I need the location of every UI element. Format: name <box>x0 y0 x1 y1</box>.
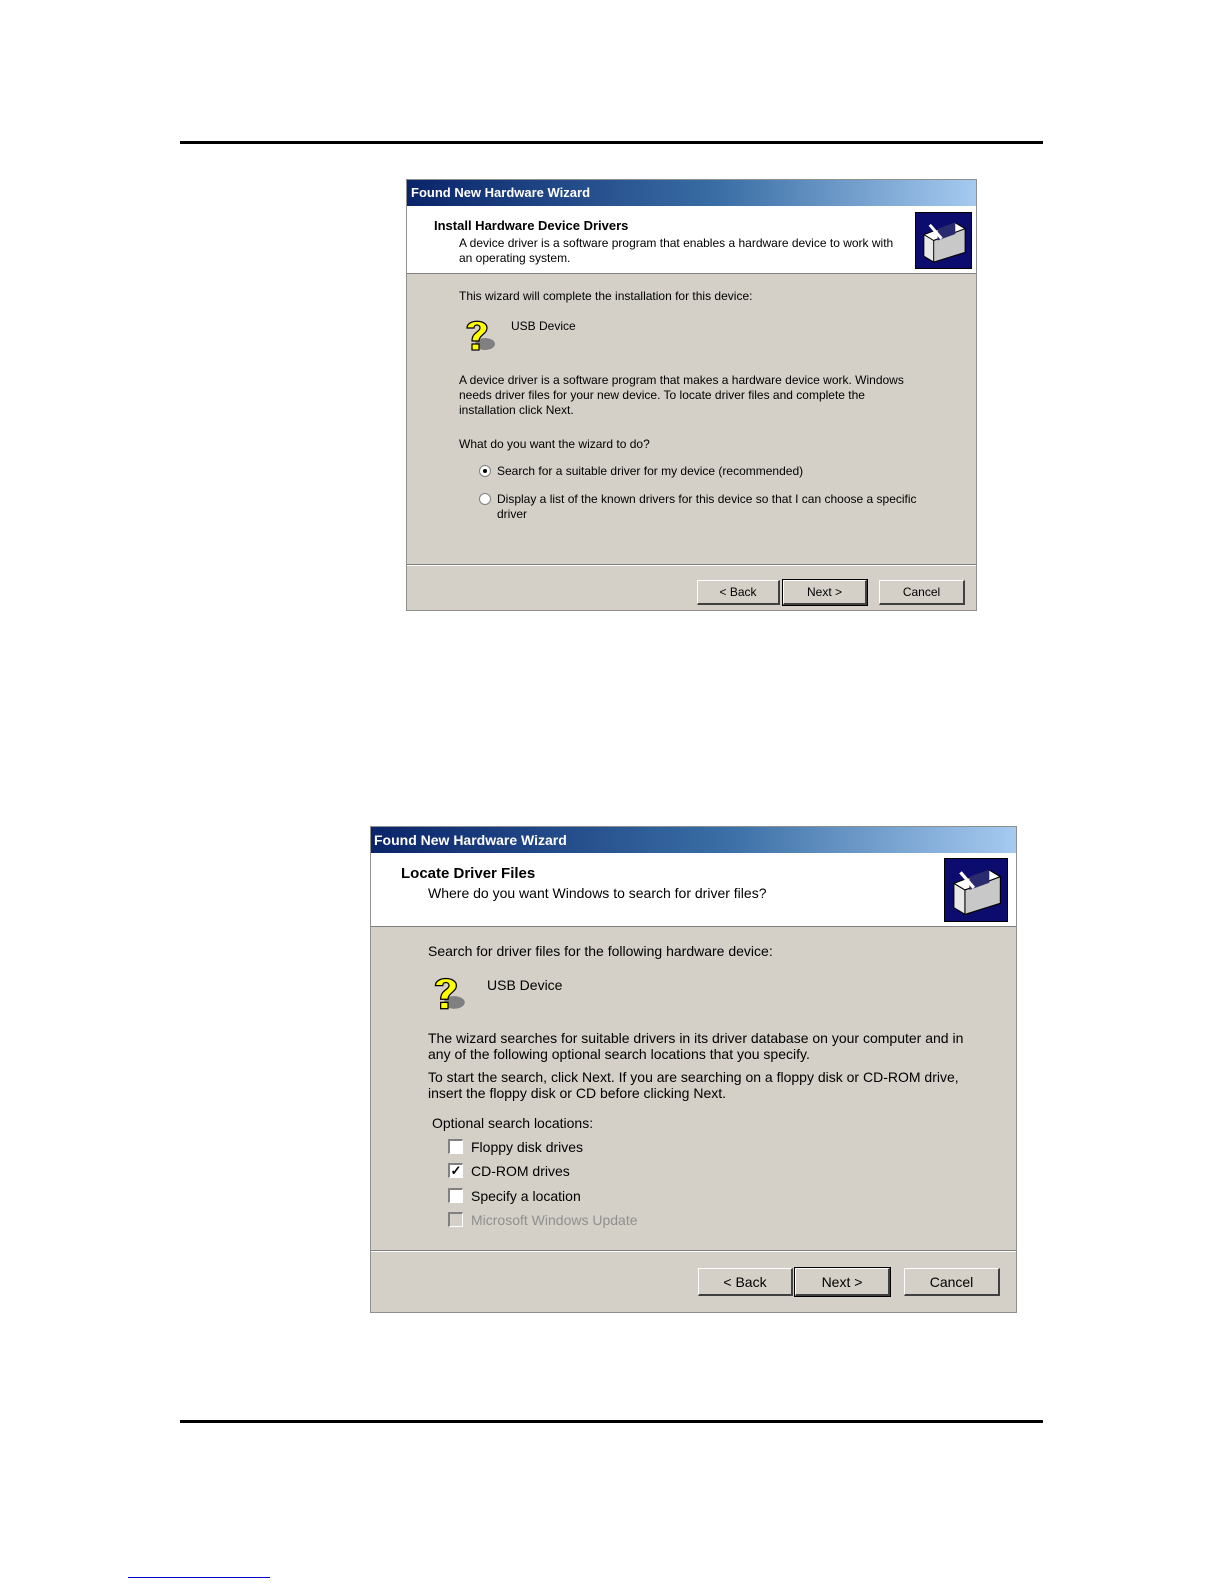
search-driver-label[interactable]: Search for a suitable driver for my devi… <box>497 464 803 478</box>
windows-update-label: Microsoft Windows Update <box>471 1212 638 1228</box>
floppy-disk-checkbox[interactable] <box>448 1139 463 1154</box>
back-button[interactable]: < Back <box>697 580 780 605</box>
description-line3: To start the search, click Next. If you … <box>428 1069 959 1085</box>
floppy-disk-label[interactable]: Floppy disk drives <box>471 1139 583 1155</box>
header-subtitle-line2: an operating system. <box>459 251 571 265</box>
description-line2: any of the following optional search loc… <box>428 1046 810 1062</box>
title-bar: Found New Hardware Wizard <box>371 827 1016 853</box>
specify-location-label[interactable]: Specify a location <box>471 1188 581 1204</box>
wizard-header: Install Hardware Device Drivers A device… <box>407 206 976 274</box>
header-title: Locate Driver Files <box>401 865 536 882</box>
question-text: What do you want the wizard to do? <box>459 437 650 451</box>
locate-driver-files-wizard: Found New Hardware Wizard Locate Driver … <box>370 826 1017 1313</box>
top-rule <box>180 141 1043 144</box>
cd-rom-label[interactable]: CD-ROM drives <box>471 1163 570 1179</box>
unknown-device-icon <box>427 973 469 1015</box>
windows-update-checkbox <box>448 1212 463 1227</box>
header-title: Install Hardware Device Drivers <box>434 218 629 233</box>
window-title: Found New Hardware Wizard <box>411 185 591 200</box>
header-subtitle: Where do you want Windows to search for … <box>428 885 767 901</box>
display-list-radio[interactable] <box>479 493 491 505</box>
button-separator <box>407 564 976 566</box>
cd-rom-checkbox[interactable]: ✓ <box>448 1163 463 1178</box>
search-driver-radio[interactable] <box>479 465 491 477</box>
display-list-label-line1[interactable]: Display a list of the known drivers for … <box>497 492 917 506</box>
header-subtitle-line1: A device driver is a software program th… <box>459 236 894 250</box>
cancel-button[interactable]: Cancel <box>904 1268 1000 1296</box>
intro-text: Search for driver files for the followin… <box>428 943 773 959</box>
wizard-header: Locate Driver Files Where do you want Wi… <box>371 853 1016 927</box>
bottom-rule <box>180 1420 1043 1423</box>
description-line3: installation click Next. <box>459 403 574 417</box>
description-line4: insert the floppy disk or CD before clic… <box>428 1085 727 1101</box>
hardware-wizard-icon <box>944 858 1008 922</box>
next-button[interactable]: Next > <box>794 1267 891 1297</box>
title-bar: Found New Hardware Wizard <box>407 180 976 206</box>
device-name: USB Device <box>511 319 576 333</box>
optional-locations-label: Optional search locations: <box>432 1115 594 1131</box>
window-title: Found New Hardware Wizard <box>374 832 567 848</box>
unknown-device-icon <box>459 316 499 356</box>
device-name: USB Device <box>487 977 563 993</box>
display-list-label-line2[interactable]: driver <box>497 507 527 521</box>
button-separator <box>371 1250 1016 1252</box>
description-line2: needs driver files for your new device. … <box>459 388 865 402</box>
cancel-button[interactable]: Cancel <box>879 580 965 605</box>
back-button[interactable]: < Back <box>698 1268 793 1296</box>
next-button[interactable]: Next > <box>782 579 868 606</box>
hardware-wizard-icon <box>915 212 972 269</box>
intro-text: This wizard will complete the installati… <box>459 289 753 303</box>
description-line1: The wizard searches for suitable drivers… <box>428 1030 964 1046</box>
footer-link-underline <box>128 1577 270 1578</box>
description-line1: A device driver is a software program th… <box>459 373 904 387</box>
install-drivers-wizard: Found New Hardware Wizard Install Hardwa… <box>406 179 977 611</box>
specify-location-checkbox[interactable] <box>448 1188 463 1203</box>
